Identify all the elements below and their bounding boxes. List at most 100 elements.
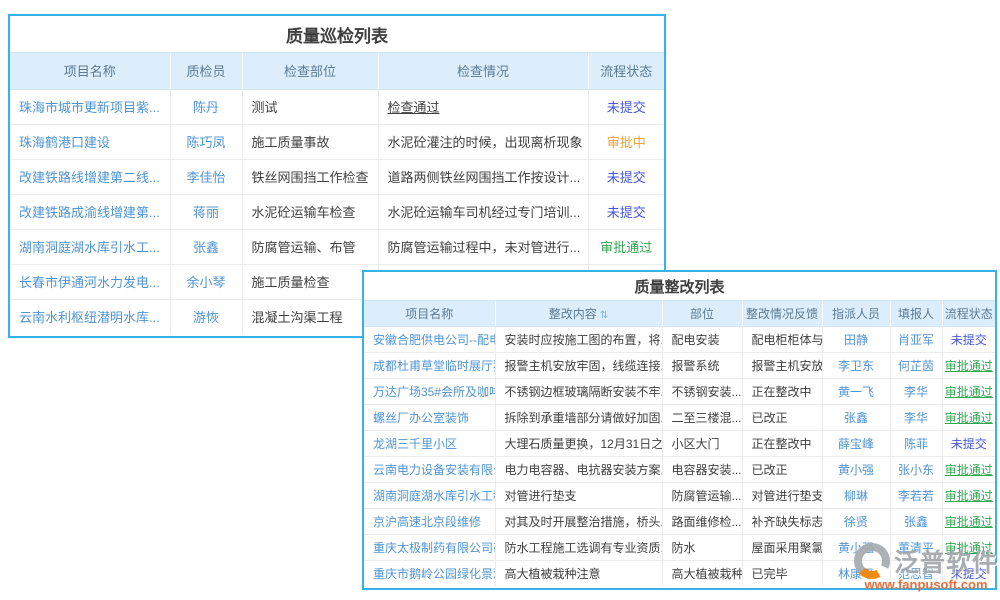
inspection-col-0: 项目名称 [10, 53, 170, 89]
cell-inspector[interactable]: 张鑫 [170, 229, 242, 264]
cell-assignee[interactable]: 柳琳 [822, 482, 890, 508]
cell-flow-status[interactable]: 审批通过 [942, 482, 995, 508]
cell-assignee[interactable]: 李卫东 [822, 352, 890, 378]
rectification-col-4: 指派人员 [822, 301, 890, 326]
cell-inspector[interactable]: 游恢 [170, 299, 242, 334]
cell-flow-status[interactable]: 审批通过 [588, 229, 664, 264]
inspection-header-row: 项目名称质检员检查部位检查情况流程状态 [10, 53, 664, 89]
inspection-row: 改建铁路线增建第二线...李佳怡铁丝网围挡工作检查道路两侧铁丝网围挡工作按设计.… [10, 159, 664, 194]
cell-flow-status[interactable]: 未提交 [942, 430, 995, 456]
rectification-header-row: 项目名称整改内容⇅部位整改情况反馈指派人员填报人流程状态 [364, 301, 995, 326]
cell-flow-status[interactable]: 审批通过 [942, 352, 995, 378]
cell-rectify-content: 报警主机安放牢固，线缆连接... [495, 352, 662, 378]
cell-part: 防水 [662, 534, 742, 560]
cell-flow-status[interactable]: 审批通过 [942, 456, 995, 482]
cell-assignee[interactable]: 薛宝峰 [822, 430, 890, 456]
cell-reporter[interactable]: 肖亚军 [890, 326, 942, 352]
cell-feedback: 已完毕 [742, 560, 822, 586]
cell-inspector[interactable]: 陈丹 [170, 89, 242, 124]
cell-project-name[interactable]: 成都杜甫草堂临时展厅独立展... [364, 352, 495, 378]
cell-project-name[interactable]: 云南电力设备安装有限公司20... [364, 456, 495, 482]
cell-flow-status[interactable]: 未提交 [942, 326, 995, 352]
rectification-row: 螺丝厂办公室装饰拆除到承重墙部分请做好加固...二至三楼混...已改正张鑫李华审… [364, 404, 995, 430]
cell-inspector[interactable]: 余小琴 [170, 264, 242, 299]
rectification-col-1[interactable]: 整改内容⇅ [495, 301, 662, 326]
cell-part: 小区大门 [662, 430, 742, 456]
cell-assignee[interactable]: 田静 [822, 326, 890, 352]
cell-rectify-content: 不锈钢边框玻璃隔断安装不牢... [495, 378, 662, 404]
cell-feedback: 屋面采用聚氯... [742, 534, 822, 560]
cell-project-name[interactable]: 珠海市城市更新项目紫... [10, 89, 170, 124]
cell-flow-status[interactable]: 审批通过 [942, 404, 995, 430]
inspection-col-4: 流程状态 [588, 53, 664, 89]
rectification-row: 安徽合肥供电公司--配电设备...安装时应按施工图的布置，将...配电安装配电柜… [364, 326, 995, 352]
cell-project-name[interactable]: 湖南洞庭湖水库引水工... [10, 229, 170, 264]
sort-icon[interactable]: ⇅ [600, 310, 608, 321]
rectification-row: 龙湖三千里小区大理石质量更换，12月31日之...小区大门正在整改中薛宝峰陈菲未… [364, 430, 995, 456]
cell-rectify-content: 对其及时开展整治措施，桥头... [495, 508, 662, 534]
cell-reporter[interactable]: 李若若 [890, 482, 942, 508]
inspection-row: 珠海鹤港口建设陈巧凤施工质量事故水泥砼灌注的时候，出现离析现象审批中 [10, 124, 664, 159]
cell-project-name[interactable]: 改建铁路线增建第二线... [10, 159, 170, 194]
cell-flow-status[interactable]: 审批中 [588, 124, 664, 159]
cell-project-name[interactable]: 龙湖三千里小区 [364, 430, 495, 456]
rectification-row: 湖南洞庭湖水库引水工程施工标对管进行垫支防腐管运输...对管进行垫支柳琳李若若审… [364, 482, 995, 508]
cell-inspect-part: 施工质量检查 [242, 264, 378, 299]
cell-part: 电容器安装... [662, 456, 742, 482]
cell-reporter[interactable]: 张小东 [890, 456, 942, 482]
cell-inspect-situation: 道路两侧铁丝网围挡工作按设计... [378, 159, 588, 194]
cell-part: 配电安装 [662, 326, 742, 352]
cell-reporter[interactable]: 李华 [890, 404, 942, 430]
watermark-url: www.fanpusoft.com [852, 577, 1000, 592]
cell-flow-status[interactable]: 审批通过 [942, 378, 995, 404]
cell-feedback: 正在整改中 [742, 378, 822, 404]
cell-inspector[interactable]: 李佳怡 [170, 159, 242, 194]
rectification-row: 成都杜甫草堂临时展厅独立展...报警主机安放牢固，线缆连接...报警系统报警主机… [364, 352, 995, 378]
cell-reporter[interactable]: 陈菲 [890, 430, 942, 456]
cell-project-name[interactable]: 珠海鹤港口建设 [10, 124, 170, 159]
cell-assignee[interactable]: 徐贤 [822, 508, 890, 534]
cell-project-name[interactable]: 湖南洞庭湖水库引水工程施工标 [364, 482, 495, 508]
rectification-table-head: 项目名称整改内容⇅部位整改情况反馈指派人员填报人流程状态 [364, 301, 995, 326]
cell-project-name[interactable]: 京沪高速北京段维修 [364, 508, 495, 534]
cell-project-name[interactable]: 万达广场35#会所及咖啡厅空... [364, 378, 495, 404]
cell-project-name[interactable]: 重庆太极制药有限公司亳州中... [364, 534, 495, 560]
cell-project-name[interactable]: 改建铁路成渝线增建第... [10, 194, 170, 229]
cell-part: 报警系统 [662, 352, 742, 378]
cell-rectify-content: 防水工程施工选调有专业资质... [495, 534, 662, 560]
cell-project-name[interactable]: 安徽合肥供电公司--配电设备... [364, 326, 495, 352]
cell-reporter[interactable]: 何芷茵 [890, 352, 942, 378]
cell-inspect-situation: 防腐管运输过程中，未对管进行... [378, 229, 588, 264]
cell-flow-status[interactable]: 未提交 [588, 159, 664, 194]
rectification-row: 云南电力设备安装有限公司20...电力电容器、电抗器安装方案,...电容器安装.… [364, 456, 995, 482]
cell-flow-status[interactable]: 审批通过 [942, 508, 995, 534]
rectification-row: 京沪高速北京段维修对其及时开展整治措施，桥头...路面维修检...补齐缺失标志.… [364, 508, 995, 534]
cell-assignee[interactable]: 黄一飞 [822, 378, 890, 404]
cell-part: 防腐管运输... [662, 482, 742, 508]
cell-project-name[interactable]: 螺丝厂办公室装饰 [364, 404, 495, 430]
cell-flow-status[interactable]: 未提交 [588, 89, 664, 124]
cell-assignee[interactable]: 张鑫 [822, 404, 890, 430]
watermark: 泛普软件 www.fanpusoft.com [852, 541, 1000, 592]
cell-project-name[interactable]: 长春市伊通河水力发电... [10, 264, 170, 299]
cell-reporter[interactable]: 张鑫 [890, 508, 942, 534]
rectification-col-0: 项目名称 [364, 301, 495, 326]
cell-rectify-content: 拆除到承重墙部分请做好加固... [495, 404, 662, 430]
rectification-col-2: 部位 [662, 301, 742, 326]
cell-inspector[interactable]: 陈巧凤 [170, 124, 242, 159]
cell-inspector[interactable]: 蒋丽 [170, 194, 242, 229]
inspection-col-3: 检查情况 [378, 53, 588, 89]
cell-reporter[interactable]: 李华 [890, 378, 942, 404]
inspection-row: 改建铁路成渝线增建第...蒋丽水泥砼运输车检查水泥砼运输车司机经过专门培训...… [10, 194, 664, 229]
cell-part: 不锈钢安装... [662, 378, 742, 404]
cell-inspect-part: 水泥砼运输车检查 [242, 194, 378, 229]
inspection-col-2: 检查部位 [242, 53, 378, 89]
cell-inspect-part: 施工质量事故 [242, 124, 378, 159]
cell-inspect-situation: 检查通过 [378, 89, 588, 124]
cell-feedback: 已改正 [742, 456, 822, 482]
cell-project-name[interactable]: 重庆市鹅岭公园绿化景观提升... [364, 560, 495, 586]
cell-flow-status[interactable]: 未提交 [588, 194, 664, 229]
rectification-col-5: 填报人 [890, 301, 942, 326]
cell-project-name[interactable]: 云南水利枢纽潜明水库... [10, 299, 170, 334]
cell-assignee[interactable]: 黄小强 [822, 456, 890, 482]
